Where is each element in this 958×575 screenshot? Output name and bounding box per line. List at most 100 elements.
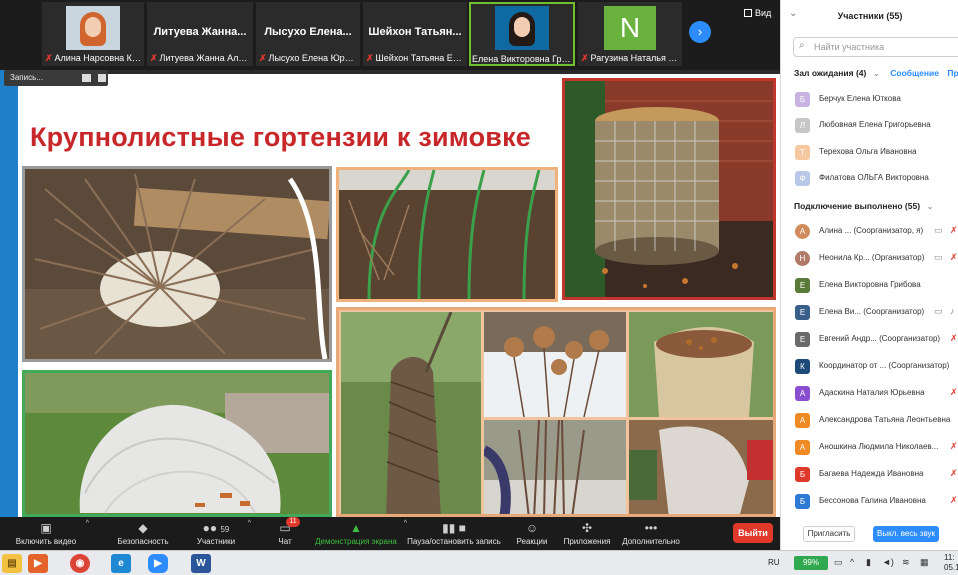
- video-tile[interactable]: ✗ Алина Нарсовна Ким: [42, 2, 144, 66]
- file-explorer-icon[interactable]: ▤: [2, 554, 22, 573]
- participants-panel: ⌄ Участники (55) ⌕ Найти участника Зал о…: [780, 0, 958, 550]
- slide-side-band: [0, 70, 18, 517]
- participant-row[interactable]: Н Неонила Кр... (Организатор) ▭ ✗: [781, 247, 958, 269]
- mute-all-button[interactable]: Выкл. весь звук: [873, 526, 939, 542]
- mic-muted-icon[interactable]: ✗: [950, 387, 958, 398]
- internet-explorer-icon[interactable]: e: [111, 554, 131, 573]
- participant-row[interactable]: Е Елена Викторовна Грибова: [781, 274, 958, 296]
- participant-row[interactable]: Б Багаева Надежда Ивановна ✗: [781, 463, 958, 485]
- share-screen-button[interactable]: ▲ Демонстрация экрана ^: [314, 517, 407, 550]
- waiting-participant[interactable]: Б Берчук Елена Юткова: [781, 88, 958, 110]
- tile-caption: ✗ Алина Нарсовна Ким: [45, 53, 142, 63]
- avatar: Е: [795, 278, 810, 293]
- participant-initial: К: [795, 359, 810, 374]
- participant-initial: Б: [795, 494, 810, 509]
- video-off-icon: ▣: [40, 521, 52, 535]
- pause-stop-recording-button[interactable]: ▮▮ ■ Пауза/остановить запись: [406, 517, 502, 550]
- zoom-icon[interactable]: ▶: [148, 554, 168, 573]
- photo-collage: [336, 307, 776, 517]
- video-tile-active-speaker[interactable]: Елена Викторовна Гриб...: [469, 2, 575, 66]
- search-participant-input[interactable]: Найти участника: [793, 37, 958, 57]
- view-button[interactable]: Вид: [744, 8, 771, 18]
- waiting-participant[interactable]: Л Любовная Елена Григорьевна: [781, 114, 958, 136]
- mic-muted-icon[interactable]: ✗: [950, 468, 958, 479]
- waiting-participant[interactable]: Т Терехова Ольга Ивановна: [781, 141, 958, 163]
- invite-button[interactable]: Пригласить: [803, 526, 855, 542]
- participant-row[interactable]: Б Бессонова Галина Ивановна ✗: [781, 490, 958, 512]
- video-tile[interactable]: Шейхон Татьян... ✗ Шейхон Татьяна Евг...: [363, 2, 467, 66]
- tile-caption: ✗ Литуева Жанна Алек...: [150, 53, 251, 63]
- language-indicator[interactable]: RU: [768, 558, 780, 567]
- participant-row[interactable]: А Адаскина Наталия Юрьевна ✗: [781, 382, 958, 404]
- photo-snowy-hydrangea: [484, 312, 626, 417]
- admit-all-link[interactable]: Пр: [947, 68, 958, 78]
- mic-muted-icon[interactable]: ✗: [950, 252, 958, 263]
- chrome-icon[interactable]: ◉: [70, 554, 90, 573]
- battery-indicator[interactable]: 99%: [794, 556, 828, 570]
- stop-recording-icon[interactable]: [98, 74, 106, 82]
- network-icon[interactable]: ▮: [866, 557, 871, 568]
- video-tile[interactable]: N ✗ Рагузина Наталья Ге...: [578, 2, 682, 66]
- volume-icon[interactable]: ◄): [882, 557, 894, 567]
- slide-title: Крупнолистные гортензии к зимовке: [30, 122, 531, 152]
- avatar: Е: [795, 332, 810, 347]
- participant-row[interactable]: Е Елена Ви... (Соорганизатор) ▭ ♪: [781, 301, 958, 323]
- mic-muted-icon: ✗: [259, 53, 267, 63]
- mic-muted-icon[interactable]: ✗: [950, 333, 958, 344]
- chevron-down-icon[interactable]: ⌄: [873, 68, 880, 78]
- apps-button[interactable]: ✣ Приложения: [562, 517, 612, 550]
- mic-muted-icon[interactable]: ✗: [950, 441, 958, 452]
- participant-row[interactable]: К Координатор от ... (Соорганизатор): [781, 355, 958, 377]
- participant-row[interactable]: А Александрова Татьяна Леонтьевна: [781, 409, 958, 431]
- chevron-up-icon[interactable]: ^: [248, 520, 251, 527]
- pause-recording-icon[interactable]: [82, 74, 91, 82]
- more-button[interactable]: ••• Дополнительно: [620, 517, 682, 550]
- mic-muted-icon: ✗: [45, 53, 53, 63]
- photo-wire-cage-leaves: [562, 78, 776, 300]
- reactions-button[interactable]: ☺ Реакции: [514, 517, 550, 550]
- message-waiting-link[interactable]: Сообщение: [890, 68, 939, 78]
- waiting-participant[interactable]: Ф Филатова ОЛЬГА Викторовна: [781, 167, 958, 189]
- chevron-up-icon[interactable]: ^: [86, 520, 89, 527]
- video-tile[interactable]: Литуева Жанна... ✗ Литуева Жанна Алек...: [147, 2, 253, 66]
- photo-fabric-covered-shrub: [22, 370, 332, 517]
- tile-caption: ✗ Лысухо Елена Юрье...: [259, 53, 358, 63]
- mic-muted-icon: ✗: [581, 53, 589, 63]
- participant-initial: А: [795, 440, 810, 455]
- security-button[interactable]: ◆ Безопасность: [112, 517, 174, 550]
- chevron-right-icon[interactable]: ›: [689, 21, 711, 43]
- video-tile[interactable]: Лысухо Елена... ✗ Лысухо Елена Юрье...: [256, 2, 360, 66]
- waiting-room-header[interactable]: Зал ожидания (4) ⌄ Сообщение Пр: [794, 68, 958, 79]
- avatar: Е: [795, 305, 810, 320]
- chevron-up-icon[interactable]: ^: [850, 557, 854, 567]
- recording-indicator: Запись...: [4, 70, 108, 86]
- chat-button[interactable]: ▭ 11 Чат: [268, 517, 302, 550]
- windows-taskbar: ▤ ▶ ◉ e ▶ W RU 99% ▭ ^ ▮ ◄) ≋ ▦ 11:05.10…: [0, 550, 958, 575]
- mic-icon[interactable]: ♪: [950, 306, 955, 316]
- more-icon: •••: [644, 521, 658, 535]
- participant-row[interactable]: А Алина ... (Соорганизатор, я) ▭ ✗: [781, 220, 958, 242]
- participant-initial: А: [795, 386, 810, 401]
- participant-photo: [66, 6, 120, 50]
- wifi-icon[interactable]: ≋: [902, 557, 910, 568]
- mic-muted-icon[interactable]: ✗: [950, 225, 958, 236]
- keyboard-icon[interactable]: ▦: [920, 557, 929, 568]
- participant-initial: Л: [795, 118, 810, 133]
- word-icon[interactable]: W: [191, 554, 211, 573]
- leave-button[interactable]: Выйти: [733, 523, 773, 543]
- mic-muted-icon[interactable]: ✗: [950, 495, 958, 506]
- media-player-icon[interactable]: ▶: [28, 554, 48, 573]
- clock[interactable]: 11:05.10.: [944, 553, 958, 573]
- participant-row[interactable]: Е Евгений Андр... (Соорганизатор) ✗: [781, 328, 958, 350]
- avatar: А: [795, 224, 810, 239]
- tile-name: Литуева Жанна...: [153, 26, 247, 38]
- photo-hands-with-bag: [629, 420, 773, 514]
- participants-button[interactable]: ●● 59 Участники ^: [190, 517, 251, 550]
- start-video-button[interactable]: ▣ Включить видео ^: [12, 517, 89, 550]
- reaction-icon: ☺: [525, 521, 539, 535]
- tray-icon[interactable]: ▭: [834, 557, 843, 568]
- connected-header[interactable]: Подключение выполнено (55) ⌄: [794, 201, 934, 212]
- participant-row[interactable]: А Аношкина Людмила Николаев... ✗: [781, 436, 958, 458]
- chevron-down-icon[interactable]: ⌄: [926, 201, 933, 211]
- tile-caption: ✗ Шейхон Татьяна Евг...: [366, 53, 465, 63]
